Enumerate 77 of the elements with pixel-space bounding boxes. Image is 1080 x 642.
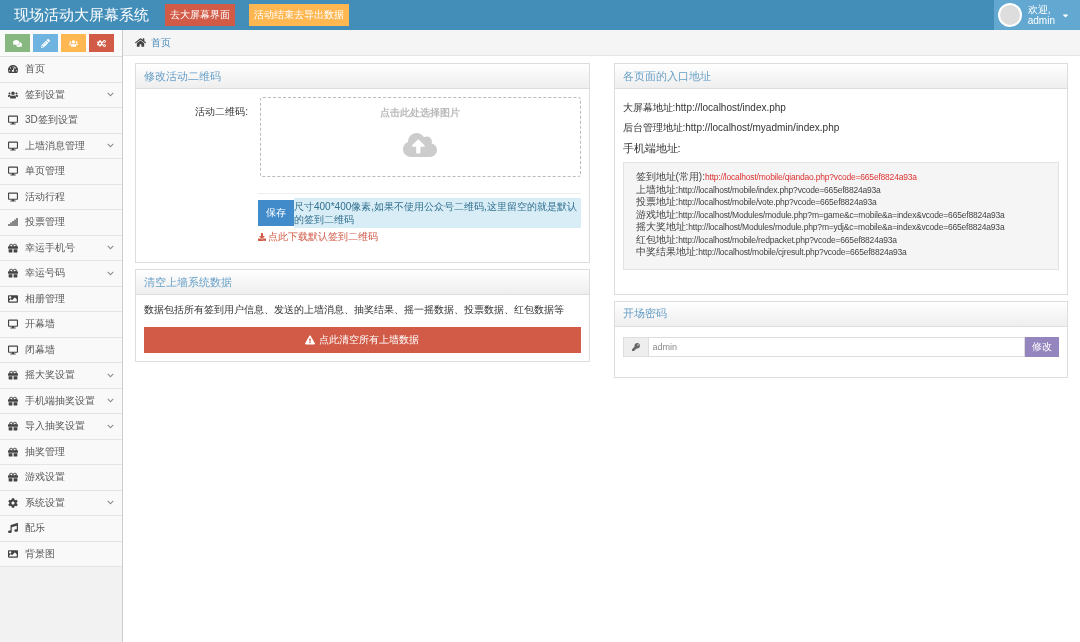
address-line: 大屏幕地址:http://localhost/index.php: [622, 101, 787, 115]
sidebar-item[interactable]: 单页管理: [0, 159, 122, 185]
sidebar-item[interactable]: 闭幕墙: [0, 337, 122, 363]
sidebar-item[interactable]: 系统设置: [0, 490, 122, 516]
gift-icon: [8, 472, 18, 483]
sidebar-item[interactable]: 游戏设置: [0, 465, 122, 491]
chat-icon: [13, 38, 22, 48]
address-label: 游戏地址:: [635, 208, 679, 220]
shortcut-button[interactable]: [5, 34, 30, 52]
save-button[interactable]: 保存: [258, 200, 294, 226]
monitor-icon: [8, 319, 18, 330]
address-line: 后台管理地址:http://localhost/myadmin/index.php: [622, 121, 841, 135]
shortcut-button[interactable]: [61, 34, 86, 52]
download-icon: [258, 233, 266, 241]
sidebar-item[interactable]: 摇大奖设置: [0, 363, 122, 389]
gift-icon: [8, 446, 18, 457]
app-title: 现场活动大屏幕系统: [14, 5, 149, 25]
sidebar-item[interactable]: 签到设置: [0, 82, 122, 108]
users-icon: [69, 38, 78, 48]
monitor-icon: [8, 191, 18, 202]
gears-icon: [97, 38, 106, 48]
sidebar-item[interactable]: 背景图: [0, 541, 122, 567]
clear-data-button[interactable]: 点此清空所有上墙数据: [144, 327, 581, 353]
address-url: http://localhost/Modules/module.php?m=game&c=mobile&a=index&vcode=665ef8824a93a: [678, 209, 1005, 220]
address-url: http://localhost/mobile/qiandao.php?vcode=665ef8824a93a: [704, 172, 917, 182]
home-icon: [135, 37, 146, 48]
description-text: 数据包括所有签到用户信息、发送的上墙消息、抽奖结果、摇一摇数据、投票数据、红包数据等: [144, 304, 564, 315]
sidebar-item[interactable]: 手机端抽奖设置: [0, 388, 122, 414]
shortcut-button[interactable]: [33, 34, 58, 52]
size-note: 尺寸400*400像素,如果不使用公众号二维码,这里留空的就是默认的签到二维码: [294, 198, 581, 228]
gift-icon: [8, 242, 18, 253]
password-field[interactable]: admin: [648, 336, 1025, 357]
monitor-icon: [8, 140, 18, 151]
users-icon: [8, 89, 18, 100]
address-url: http://localhost/mobile/redpacket.php?vcode=665ef8824a93a: [678, 234, 897, 245]
shortcut-button[interactable]: [89, 34, 114, 52]
gift-icon: [8, 421, 18, 432]
sidebar-item[interactable]: 配乐: [0, 516, 122, 542]
sidebar-item[interactable]: 投票管理: [0, 210, 122, 236]
address-label: 签到地址(常用):: [635, 171, 705, 182]
avatar: [997, 3, 1022, 27]
address-url: http://localhost/mobile/index.php?vcode=665ef8824a93a: [678, 184, 881, 195]
gear-icon: [8, 497, 18, 508]
address-label: 摇大奖地址:: [635, 221, 689, 232]
sidebar-item[interactable]: 相册管理: [0, 286, 122, 312]
sidebar-item[interactable]: 3D签到设置: [0, 108, 122, 134]
monitor-icon: [8, 115, 18, 126]
address-url: http://localhost/mobile/cjresult.php?vcode=665ef8824a93a: [698, 247, 907, 257]
gauge-icon: [8, 64, 18, 75]
download-link[interactable]: 点此下载默认签到二维码: [258, 230, 378, 244]
gift-icon: [8, 268, 18, 279]
sidebar-item[interactable]: 导入抽奖设置: [0, 414, 122, 440]
address-url: http://localhost/Modules/module.php?m=ydj&c=mobile&a=index&vcode=665ef8824a93a: [688, 222, 1005, 232]
pencil-icon: [41, 38, 50, 48]
user-greeting: 欢迎, admin: [1027, 4, 1055, 26]
monitor-icon: [8, 344, 18, 355]
image-icon: [8, 293, 18, 304]
field-label: 活动二维码:: [194, 105, 248, 119]
warning-icon: [305, 335, 316, 345]
key-icon: [631, 342, 640, 351]
image-icon: [8, 548, 18, 559]
upload-hint: 点击此处选择图片: [380, 106, 461, 120]
sidebar-item[interactable]: 幸运号码: [0, 261, 122, 287]
monitor-icon: [8, 166, 18, 177]
section-heading: 手机端地址:: [622, 141, 682, 156]
header-button[interactable]: 去大屏幕界面: [165, 4, 235, 26]
sidebar-item[interactable]: 首页: [0, 57, 122, 83]
sidebar-item[interactable]: 上墙消息管理: [0, 133, 122, 159]
gift-icon: [8, 395, 18, 406]
sidebar-item[interactable]: 抽奖管理: [0, 439, 122, 465]
sidebar-item[interactable]: 幸运手机号: [0, 235, 122, 261]
music-icon: [8, 523, 18, 534]
sidebar-item[interactable]: 活动行程: [0, 184, 122, 210]
bars-icon: [8, 217, 18, 228]
sidebar-item[interactable]: 开幕墙: [0, 312, 122, 338]
gift-icon: [8, 370, 18, 381]
address-url: http://localhost/mobile/vote.php?vcode=665ef8824a93a: [678, 197, 877, 207]
